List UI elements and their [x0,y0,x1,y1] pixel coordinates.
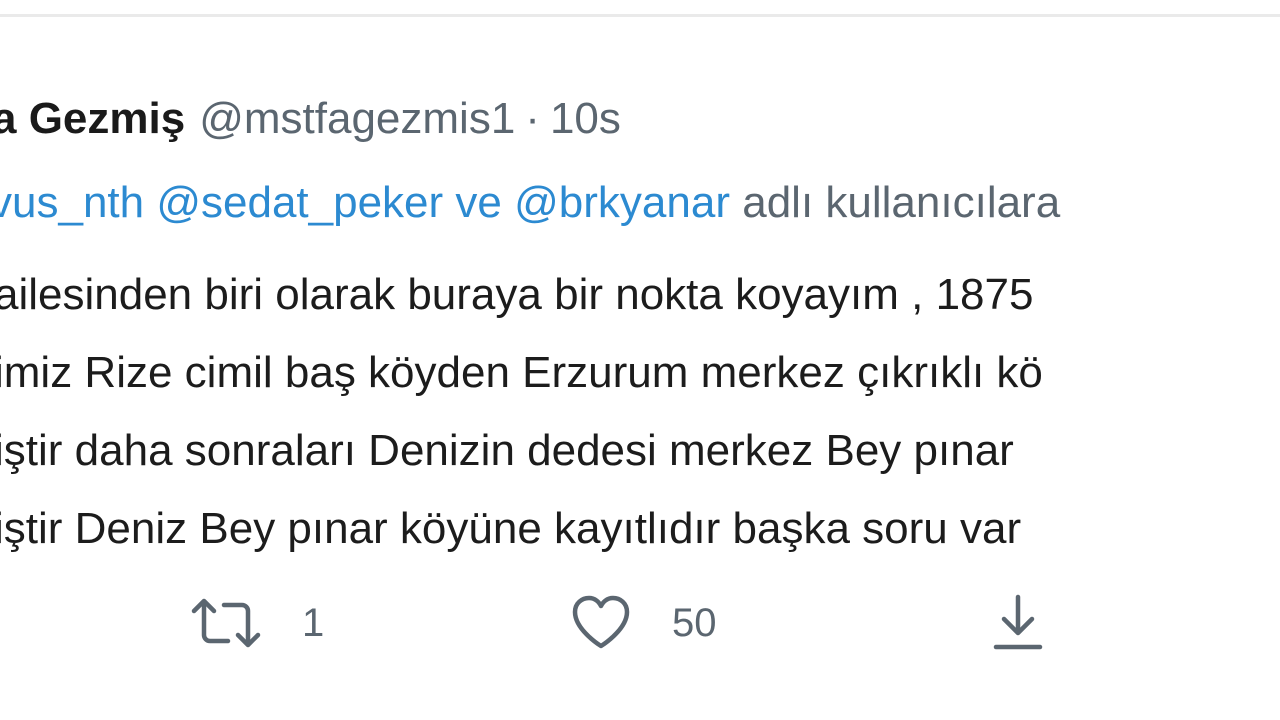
retweet-count: 1 [302,600,325,645]
display-name[interactable]: a Gezmiş [0,94,185,143]
retweet-icon [190,593,262,653]
mention-link[interactable]: @brkyanar [514,178,730,227]
tweet-actions: 1 50 [0,577,1280,669]
like-button[interactable]: 50 [570,593,717,653]
tweet-body-line: iştir Deniz Bey pınar köyüne kayıtlıdır … [0,504,1022,553]
tweet[interactable]: a Gezmiş @mstfagezmis1 · 10s vus_nth @sedat… [0,17,1280,720]
tweet-timestamp[interactable]: 10s [550,94,621,143]
like-count: 50 [672,600,717,645]
tweet-body: ailesinden biri olarak buraya bir nokta … [0,256,1043,568]
tweet-body-line: imiz Rize cimil baş köyden Erzurum merke… [0,348,1043,397]
mention-link[interactable]: @sedat_peker [156,178,443,227]
user-handle[interactable]: @mstfagezmis1 [199,94,515,143]
mention-conjunction: ve [455,178,502,227]
heart-icon [570,594,632,652]
reply-suffix: adlı kullanıcılara [742,178,1061,227]
retweet-button[interactable]: 1 [190,593,324,653]
mention-link[interactable]: vus_nth [0,178,144,227]
separator-dot: · [525,94,540,143]
tweet-body-line: ailesinden biri olarak buraya bir nokta … [0,270,1034,319]
share-button[interactable] [988,593,1048,653]
tweet-body-line: iştir daha sonraları Denizin dedesi merk… [0,426,1014,475]
share-icon [988,593,1048,653]
reply-context: vus_nth @sedat_peker ve @brkyanar adlı k… [0,177,1060,229]
tweet-header: a Gezmiş @mstfagezmis1 · 10s [0,93,621,145]
